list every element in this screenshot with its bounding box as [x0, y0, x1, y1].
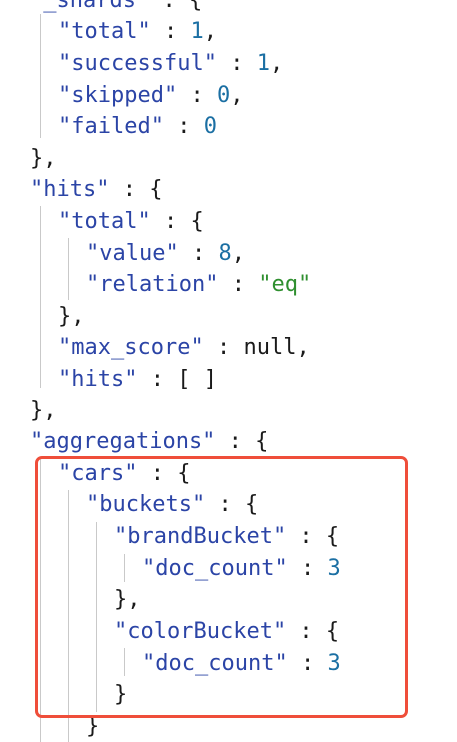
json-punctuation: : — [163, 114, 204, 139]
code-line: "failed" : 0 — [58, 112, 217, 142]
json-punctuation: : — [177, 83, 217, 108]
code-line: "successful" : 1, — [58, 49, 283, 79]
json-value: 8 — [218, 241, 232, 266]
json-value: null — [243, 335, 297, 360]
code-line: "total" : 1, — [58, 17, 217, 47]
indent-guide — [40, 14, 41, 138]
code-line: }, — [30, 396, 57, 426]
json-punctuation: , — [231, 241, 245, 266]
code-line: "value" : 8, — [86, 239, 245, 269]
json-punctuation: : — [218, 272, 259, 297]
json-key: "total" — [58, 19, 151, 44]
json-key: "_shards" — [30, 0, 150, 13]
json-punctuation: : { — [215, 429, 269, 454]
indent-guide — [40, 206, 41, 388]
json-punctuation: , — [296, 335, 310, 360]
json-punctuation: , — [269, 51, 284, 76]
json-key: "successful" — [58, 51, 217, 76]
json-punctuation: : { — [109, 177, 163, 202]
json-punctuation: : [ ] — [137, 367, 217, 392]
code-line: }, — [30, 144, 57, 174]
json-punctuation: : — [150, 19, 191, 44]
json-punctuation: : — [203, 335, 244, 360]
json-key: "value" — [86, 241, 179, 266]
json-value: 0 — [203, 114, 217, 139]
indent-guide — [68, 238, 69, 300]
json-value: 1 — [190, 19, 204, 44]
json-punctuation: : — [216, 51, 257, 76]
json-punctuation: }, — [30, 146, 57, 171]
json-key: "hits" — [58, 367, 138, 392]
json-punctuation: }, — [30, 398, 57, 423]
json-punctuation: }, — [58, 304, 85, 329]
highlight-box — [35, 456, 408, 718]
json-value: "eq" — [258, 272, 312, 297]
code-line: "hits" : [ ] — [58, 365, 217, 395]
code-line: "total" : { — [58, 207, 204, 237]
code-line: "max_score" : null, — [58, 333, 310, 363]
json-key: "failed" — [58, 114, 164, 139]
json-key: "max_score" — [58, 335, 204, 360]
json-key: "relation" — [86, 272, 219, 297]
code-line: "aggregations" : { — [30, 427, 268, 457]
json-punctuation: : { — [150, 209, 204, 234]
json-value: 0 — [216, 83, 231, 108]
json-punctuation: , — [230, 83, 244, 108]
json-punctuation: : { — [149, 0, 203, 13]
json-key: "aggregations" — [30, 429, 216, 454]
code-line: }, — [58, 302, 85, 332]
json-viewer: "_shards" : {"total" : 1, "successful" : … — [0, 0, 457, 742]
code-line: "hits" : { — [30, 175, 162, 205]
code-line: "skipped" : 0, — [58, 81, 243, 111]
json-key: "hits" — [30, 177, 110, 202]
json-punctuation: : — [178, 241, 219, 266]
json-value: 1 — [256, 51, 270, 76]
code-line: "relation" : "eq" — [86, 270, 311, 300]
json-key: "total" — [58, 209, 151, 234]
code-line: "_shards" : { — [30, 0, 202, 16]
json-key: "skipped" — [58, 83, 178, 108]
json-punctuation: , — [203, 19, 217, 44]
